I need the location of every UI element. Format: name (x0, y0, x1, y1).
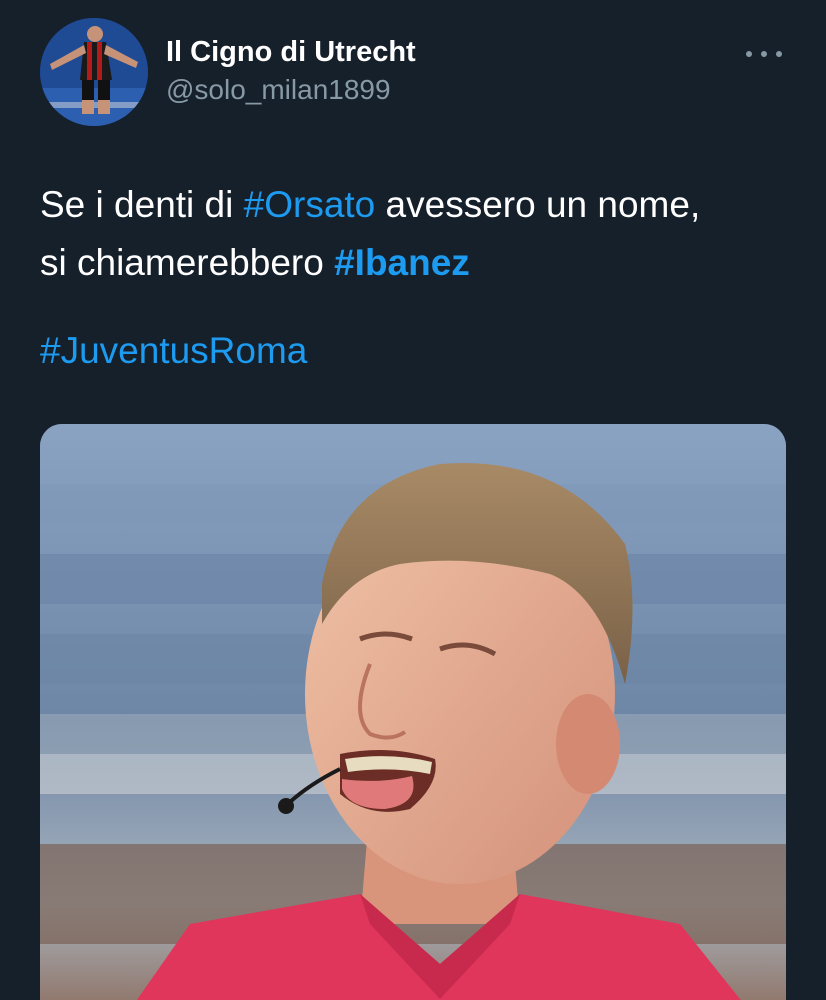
author-handle[interactable]: @solo_milan1899 (166, 72, 416, 108)
hashtag-juventusroma[interactable]: #JuventusRoma (40, 322, 307, 380)
tweet-text-line-1: Se i denti di #Orsato avessero un nome, (40, 176, 800, 234)
tweet-text: Se i denti di #Orsato avessero un nome, … (40, 176, 800, 292)
text-segment: si chiamerebbero (40, 242, 335, 283)
author-display-name[interactable]: Il Cigno di Utrecht (166, 34, 416, 70)
referee-photo (40, 424, 786, 1000)
text-segment: avessero un nome, (375, 184, 701, 225)
tweet-media-photo[interactable] (40, 424, 786, 1000)
tweet-text-line-2: si chiamerebbero #Ibanez (40, 234, 800, 292)
more-horizontal-icon[interactable] (746, 44, 782, 64)
more-dot (776, 51, 782, 57)
hashtag-orsato[interactable]: #Orsato (244, 184, 376, 225)
tweet-card: Il Cigno di Utrecht @solo_milan1899 Se i… (0, 0, 826, 1000)
text-segment: Se i denti di (40, 184, 244, 225)
hashtag-ibanez[interactable]: #Ibanez (334, 242, 470, 283)
author-names: Il Cigno di Utrecht @solo_milan1899 (166, 34, 416, 108)
tweet-header: Il Cigno di Utrecht @solo_milan1899 (40, 18, 786, 128)
more-dot (746, 51, 752, 57)
more-dot (761, 51, 767, 57)
avatar[interactable] (40, 18, 148, 126)
avatar-image (40, 18, 148, 126)
